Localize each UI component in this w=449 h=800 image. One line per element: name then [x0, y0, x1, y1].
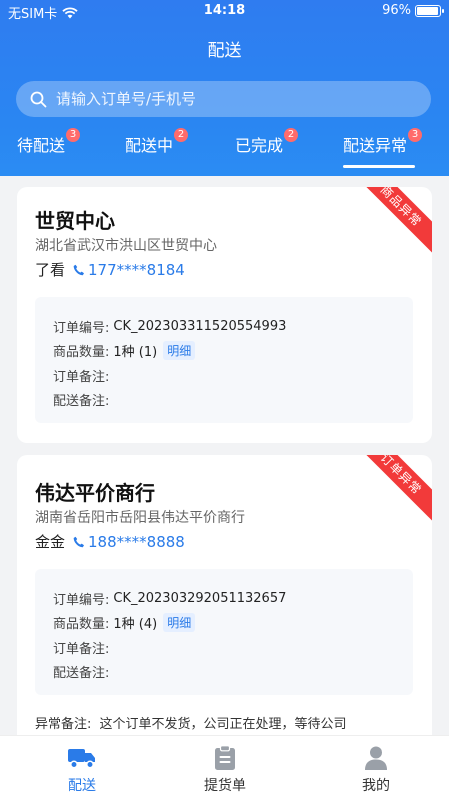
delivery-note-label: 配送备注:	[53, 666, 110, 681]
tabbar-item-mine[interactable]: 我的	[316, 744, 436, 795]
order-number-row: 订单编号: CK_202303311520554993	[53, 317, 286, 336]
detail-button[interactable]: 明细	[163, 613, 196, 632]
order-card[interactable]: 商品异常 世贸中心 湖北省武汉市洪山区世贸中心 了看 177****8184 订…	[17, 187, 432, 443]
phone-number: 177****8184	[88, 260, 185, 279]
order-number: CK_202303311520554993	[113, 319, 287, 334]
order-note-label: 订单备注:	[53, 370, 110, 385]
phone-icon	[73, 536, 85, 547]
delivery-note-label: 配送备注:	[53, 394, 110, 409]
order-note-row: 订单备注:	[53, 638, 109, 657]
tab-label: 配送中	[125, 136, 174, 155]
contact-info: 金金 188****8888	[35, 531, 185, 552]
quantity-row: 商品数量: 1种 (1) 明细	[53, 341, 196, 360]
phone-icon	[73, 264, 85, 275]
quantity-value: 1种 (1)	[113, 345, 158, 360]
status-bar: 无SIM卡 14:18 96%	[0, 0, 449, 22]
contact-name: 了看	[35, 261, 66, 279]
battery-icon	[415, 4, 444, 17]
search-bar[interactable]	[16, 81, 431, 117]
quantity-row: 商品数量: 1种 (4) 明细	[53, 613, 196, 632]
tab-label: 已完成	[235, 136, 284, 155]
order-number: CK_202303292051132657	[113, 591, 287, 606]
shop-name: 伟达平价商行	[35, 481, 155, 505]
order-number-row: 订单编号: CK_202303292051132657	[53, 589, 286, 608]
tabbar-item-delivery[interactable]: 配送	[22, 744, 142, 795]
tab-badge: 2	[174, 128, 189, 142]
status-tabs: 待配送 3 配送中 2 已完成 2 配送异常 3	[0, 126, 449, 176]
delivery-note-row: 配送备注:	[53, 390, 109, 409]
exception-ribbon: 商品异常	[347, 187, 432, 260]
quantity-label: 商品数量:	[53, 617, 110, 632]
user-icon	[365, 746, 387, 770]
phone-link[interactable]: 188****8888	[73, 533, 185, 551]
exception-ribbon: 订单异常	[347, 455, 432, 528]
tab-delivering[interactable]: 配送中 2	[125, 128, 189, 156]
tabbar-item-pickup[interactable]: 提货单	[165, 744, 285, 795]
exception-note-text: 这个订单不发货，公司正在处理，等待公司	[99, 717, 347, 732]
tab-label: 配送异常	[343, 136, 408, 155]
order-info-box: 订单编号: CK_202303311520554993 商品数量: 1种 (1)…	[35, 297, 413, 423]
page-title: 配送	[207, 41, 242, 61]
order-note-row: 订单备注:	[53, 366, 109, 385]
exception-note-label: 异常备注:	[35, 717, 92, 732]
order-card[interactable]: 订单异常 伟达平价商行 湖南省岳阳市岳阳县伟达平价商行 金金 188****88…	[17, 455, 432, 745]
shop-address: 湖北省武汉市洪山区世贸中心	[35, 238, 217, 254]
tab-exception[interactable]: 配送异常 3	[343, 128, 423, 156]
contact-name: 金金	[35, 533, 66, 551]
tabbar-label: 配送	[68, 778, 96, 794]
quantity-label: 商品数量:	[53, 345, 110, 360]
shop-name: 世贸中心	[35, 209, 115, 233]
order-number-label: 订单编号:	[53, 321, 110, 336]
truck-icon	[68, 749, 95, 769]
detail-button[interactable]: 明细	[163, 341, 196, 360]
tab-badge: 3	[66, 128, 81, 142]
contact-info: 了看 177****8184	[35, 259, 185, 280]
order-note-label: 订单备注:	[53, 642, 110, 657]
quantity-value: 1种 (4)	[113, 617, 158, 632]
header: 无SIM卡 14:18 96% 配送 待配送 3 配送中 2	[0, 0, 449, 176]
order-info-box: 订单编号: CK_202303292051132657 商品数量: 1种 (4)…	[35, 569, 413, 695]
tab-label: 待配送	[17, 136, 66, 155]
bottom-tab-bar: 配送 提货单 我的	[0, 735, 449, 800]
active-tab-indicator	[343, 165, 415, 168]
search-icon	[30, 91, 47, 107]
tabbar-label: 我的	[362, 778, 390, 794]
search-input[interactable]	[56, 90, 396, 108]
phone-number: 188****8888	[88, 532, 185, 551]
exception-note: 异常备注: 这个订单不发货，公司正在处理，等待公司	[35, 713, 347, 732]
tab-completed[interactable]: 已完成 2	[235, 128, 299, 156]
clipboard-icon	[215, 745, 235, 770]
tab-badge: 2	[284, 128, 299, 142]
delivery-note-row: 配送备注:	[53, 662, 109, 681]
shop-address: 湖南省岳阳市岳阳县伟达平价商行	[35, 510, 245, 526]
tab-pending[interactable]: 待配送 3	[17, 128, 81, 156]
phone-link[interactable]: 177****8184	[73, 261, 185, 279]
tab-badge: 3	[408, 128, 423, 142]
tabbar-label: 提货单	[204, 778, 246, 794]
battery-percent: 96%	[382, 3, 411, 18]
order-number-label: 订单编号:	[53, 593, 110, 608]
